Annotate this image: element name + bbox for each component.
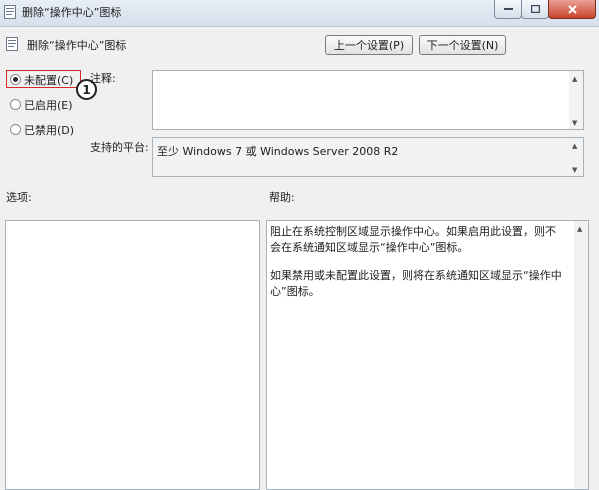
radio-disabled[interactable]	[10, 124, 21, 135]
radio-enabled-label[interactable]: 已启用(E)	[24, 97, 73, 113]
help-paragraph: 如果禁用或未配置此设置，则将在系统通知区域显示“操作中心”图标。	[270, 269, 562, 298]
scroll-down-icon[interactable]: ▼	[572, 166, 577, 174]
policy-icon	[6, 37, 18, 51]
options-label: 选项:	[6, 191, 32, 204]
close-icon	[567, 4, 577, 14]
comment-label: 注释:	[90, 72, 116, 85]
scroll-up-icon[interactable]: ▲	[572, 75, 577, 83]
platform-field: 至少 Windows 7 或 Windows Server 2008 R2 ▲ …	[152, 137, 584, 177]
comment-textarea[interactable]: ▲ ▼	[152, 70, 584, 130]
help-scrollbar[interactable]: ▲	[574, 221, 588, 489]
radio-enabled[interactable]	[10, 99, 21, 110]
scroll-up-icon[interactable]: ▲	[577, 225, 582, 233]
close-button[interactable]	[548, 0, 596, 19]
scroll-down-icon[interactable]: ▼	[572, 119, 577, 127]
help-text: 阻止在系统控制区域显示操作中心。如果启用此设置，则不会在系统通知区域显示“操作中…	[270, 224, 566, 312]
help-label: 帮助:	[269, 191, 295, 204]
radio-not-configured[interactable]	[10, 74, 21, 85]
help-paragraph: 阻止在系统控制区域显示操作中心。如果启用此设置，则不会在系统通知区域显示“操作中…	[270, 225, 556, 254]
minimize-button[interactable]	[494, 0, 522, 19]
maximize-icon	[530, 5, 540, 13]
minimize-icon	[503, 8, 513, 10]
policy-icon	[4, 5, 16, 19]
scroll-up-icon[interactable]: ▲	[572, 142, 577, 150]
options-panel[interactable]	[5, 220, 260, 490]
platform-scrollbar[interactable]: ▲ ▼	[569, 138, 583, 176]
platform-value: 至少 Windows 7 或 Windows Server 2008 R2	[157, 145, 399, 158]
maximize-button[interactable]	[521, 0, 549, 19]
setting-title: 删除“操作中心”图标	[27, 39, 127, 52]
radio-disabled-label[interactable]: 已禁用(D)	[24, 122, 74, 138]
platform-label: 支持的平台:	[90, 141, 149, 154]
comment-scrollbar[interactable]: ▲ ▼	[569, 71, 583, 129]
title-bar: 删除“操作中心”图标	[0, 0, 599, 27]
radio-not-configured-label[interactable]: 未配置(C)	[24, 72, 73, 88]
window-title: 删除“操作中心”图标	[22, 6, 122, 19]
previous-setting-button[interactable]: 上一个设置(P)	[325, 35, 413, 55]
next-setting-button[interactable]: 下一个设置(N)	[419, 35, 506, 55]
